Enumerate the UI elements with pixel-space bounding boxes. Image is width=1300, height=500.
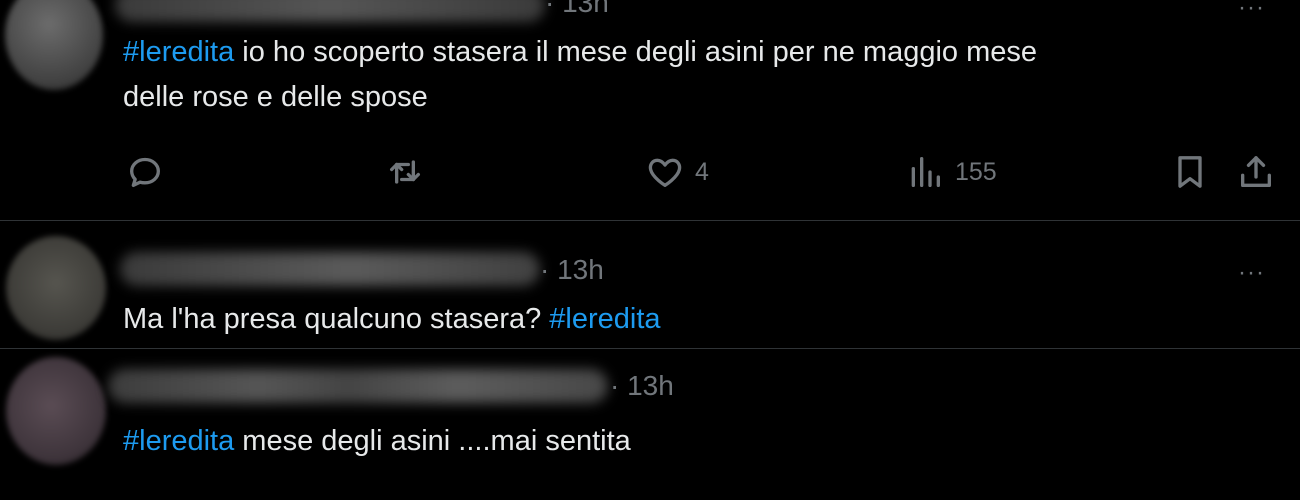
- tweet-feed: · 13h ··· #leredita io ho scoperto stase…: [0, 0, 1300, 500]
- bookmark-button[interactable]: [1170, 152, 1210, 192]
- tweet-text: #leredita io ho scoperto stasera il mese…: [123, 30, 1037, 120]
- reply-button[interactable]: [125, 152, 165, 192]
- tweet-text-body: mese degli asini ....mai sentita: [234, 425, 631, 457]
- tweet-text: #leredita mese degli asini ....mai senti…: [123, 419, 631, 464]
- like-count: 4: [695, 157, 709, 186]
- tweet-timestamp[interactable]: · 13h: [540, 253, 604, 287]
- heart-icon: [648, 158, 682, 187]
- hashtag-link[interactable]: #leredita: [549, 303, 660, 335]
- hashtag-link[interactable]: #leredita: [123, 36, 234, 68]
- tweet-timestamp[interactable]: · 13h: [545, 0, 609, 20]
- avatar[interactable]: [6, 236, 106, 340]
- views-icon: [911, 157, 940, 187]
- tweet-timestamp[interactable]: · 13h: [610, 369, 674, 403]
- tweet-text-body: io ho scoperto stasera il mese degli asi…: [123, 36, 1038, 113]
- hashtag-link[interactable]: #leredita: [123, 425, 234, 457]
- author-name-blurred[interactable]: [108, 369, 608, 403]
- share-icon: [1241, 156, 1271, 187]
- more-options-icon[interactable]: ···: [1238, 261, 1265, 285]
- retweet-icon: [390, 160, 420, 184]
- retweet-button[interactable]: [385, 152, 425, 192]
- tweet-2[interactable]: · 13h ··· Ma l'ha presa qualcuno stasera…: [0, 221, 1300, 348]
- like-button[interactable]: 4: [645, 152, 709, 192]
- tweet-1[interactable]: · 13h ··· #leredita io ho scoperto stase…: [0, 0, 1300, 220]
- share-button[interactable]: [1236, 152, 1276, 192]
- reply-icon: [130, 157, 160, 187]
- views-button[interactable]: 155: [905, 152, 997, 192]
- bookmark-icon: [1178, 156, 1202, 188]
- tweet-text: Ma l'ha presa qualcuno stasera? #leredit…: [123, 297, 661, 342]
- views-count: 155: [955, 157, 997, 186]
- author-name-blurred[interactable]: [115, 0, 545, 22]
- more-options-icon[interactable]: ···: [1238, 0, 1265, 20]
- tweet-text-body: Ma l'ha presa qualcuno stasera?: [123, 303, 550, 335]
- avatar[interactable]: [6, 357, 106, 465]
- avatar[interactable]: [5, 0, 103, 90]
- tweet-3[interactable]: · 13h #leredita mese degli asini ....mai…: [0, 349, 1300, 500]
- author-name-blurred[interactable]: [120, 252, 540, 286]
